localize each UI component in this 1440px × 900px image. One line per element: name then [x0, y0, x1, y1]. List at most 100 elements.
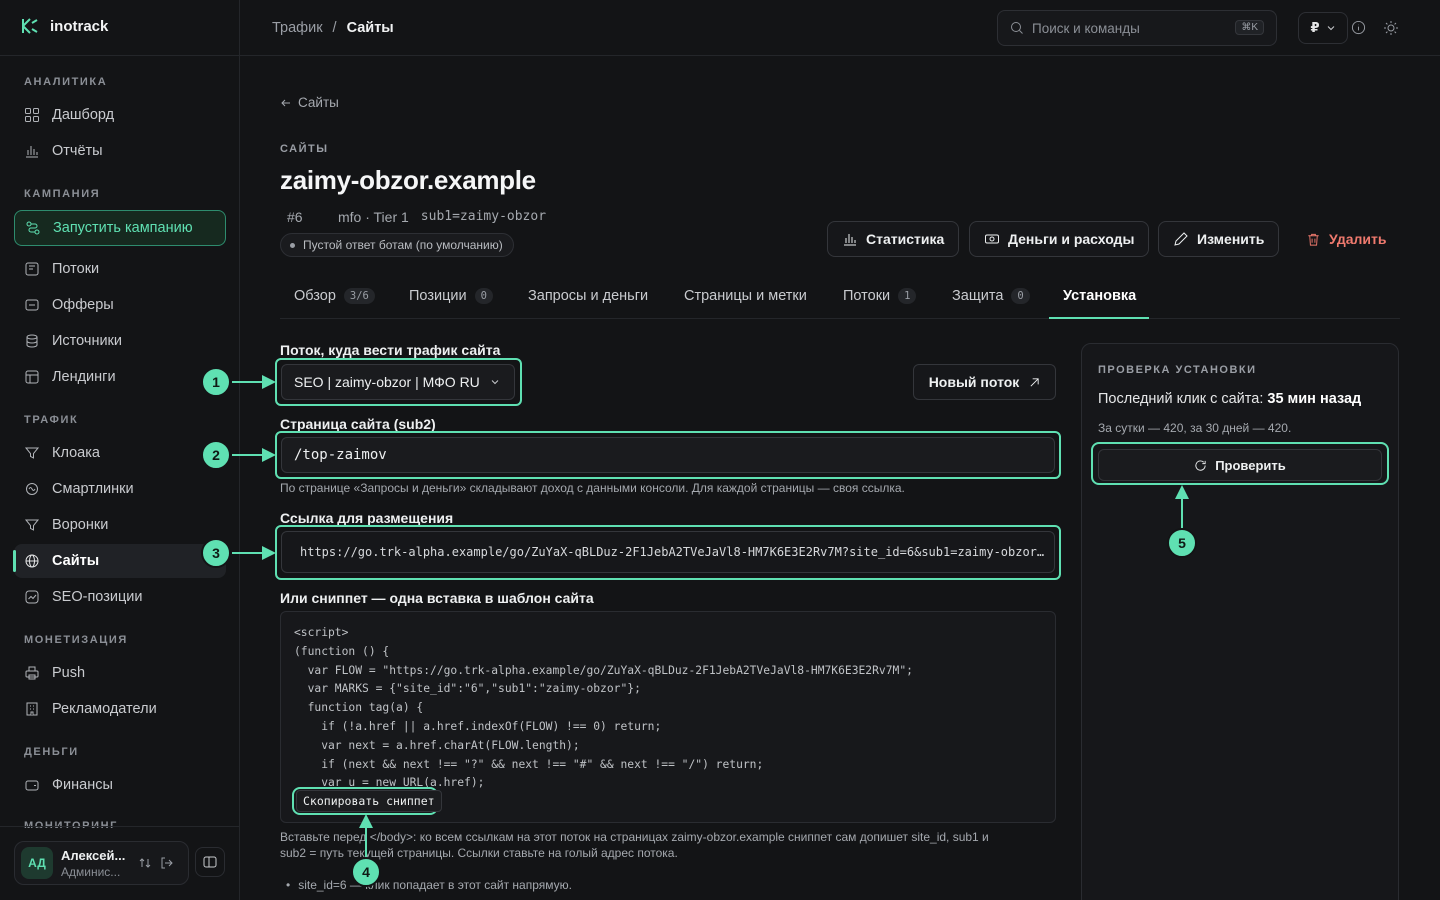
- last-click: Последний клик с сайта: 35 мин назад: [1098, 391, 1361, 407]
- page-icon: [25, 370, 39, 384]
- arrow-2-line: [232, 454, 266, 456]
- tab-requests-money[interactable]: Запросы и деньги: [528, 288, 648, 304]
- page-field-label: Страница сайта (sub2): [280, 416, 436, 432]
- sidebar-item-advertisers[interactable]: Рекламодатели: [14, 692, 226, 726]
- site-id: #6: [287, 209, 303, 225]
- sidebar-item-label: Воронки: [52, 517, 109, 533]
- install-check-panel: ПРОВЕРКА УСТАНОВКИ Последний клик с сайт…: [1081, 343, 1399, 900]
- divider: [0, 55, 240, 56]
- marker-4: 4: [351, 857, 381, 887]
- sidebar-item-sources[interactable]: Источники: [14, 324, 226, 358]
- sidebar-item-smartlinks[interactable]: Смартлинки: [14, 472, 226, 506]
- swap-icon[interactable]: [139, 857, 151, 869]
- sidebar-item-finance[interactable]: Финансы: [14, 768, 226, 802]
- chevron-down-icon: [491, 380, 499, 385]
- snippet-label: Или сниппет — одна вставка в шаблон сайт…: [280, 590, 594, 606]
- tab-label: Защита: [952, 288, 1004, 304]
- smartlink-icon: [26, 483, 38, 495]
- theme-sun-icon[interactable]: [1383, 20, 1399, 36]
- new-flow-button[interactable]: Новый поток: [913, 364, 1056, 400]
- sidebar-item-cloaka[interactable]: Клоака: [14, 436, 226, 470]
- sidebar-item-launch-campaign[interactable]: Запустить кампанию: [14, 210, 226, 246]
- edit-button-label: Изменить: [1197, 231, 1265, 247]
- sidebar-item-label: Рекламодатели: [52, 701, 157, 717]
- breadcrumb-separator: /: [332, 20, 337, 36]
- sidebar-item-sites[interactable]: Сайты: [13, 544, 226, 578]
- sidebar-item-flows[interactable]: Потоки: [14, 252, 226, 286]
- arrow-3-head: [262, 546, 276, 560]
- search-input[interactable]: Поиск и команды ⌘K: [997, 10, 1277, 46]
- edit-button[interactable]: Изменить: [1158, 221, 1280, 257]
- search-shortcut: ⌘K: [1235, 20, 1264, 35]
- logo-icon: [22, 18, 38, 34]
- stats-button[interactable]: Статистика: [827, 221, 960, 257]
- arrow-1-line: [232, 381, 266, 383]
- back-link[interactable]: Сайты: [280, 95, 339, 110]
- sidebar-item-dashboard[interactable]: Дашборд: [14, 98, 226, 132]
- back-link-label: Сайты: [298, 95, 339, 110]
- filter-icon: [24, 447, 40, 459]
- site-meta: #6 mfo · Tier 1 sub1=zaimy-obzor: [287, 209, 546, 225]
- arrow-5-head: [1175, 485, 1189, 499]
- arrow-4-line: [365, 824, 367, 858]
- tab-label: Страницы и метки: [684, 288, 807, 304]
- tab-label: Обзор: [294, 288, 336, 304]
- placement-link-field[interactable]: https://go.trk-alpha.example/go/ZuYaX-qB…: [281, 531, 1055, 573]
- trash-icon: [1308, 233, 1319, 246]
- tab-positions[interactable]: Позиции 0: [409, 288, 493, 304]
- money-button[interactable]: Деньги и расходы: [969, 221, 1150, 257]
- logout-icon[interactable]: [159, 855, 175, 871]
- flow-select-value: SEO | zaimy-obzor | МФО RU: [294, 374, 480, 390]
- section-campaigns: КАМПАНИЯ: [24, 188, 101, 200]
- page-field-hint: По странице «Запросы и деньги» складываю…: [280, 481, 905, 495]
- user-menu[interactable]: АД Алексей... Админис...: [14, 841, 189, 885]
- money-button-label: Деньги и расходы: [1008, 231, 1135, 247]
- sidebar-item-label: Лендинги: [52, 369, 116, 385]
- copy-snippet-button[interactable]: Скопировать сниппет: [296, 790, 442, 812]
- sidebar-item-label: Дашборд: [52, 107, 115, 123]
- flow-select[interactable]: SEO | zaimy-obzor | МФО RU: [281, 364, 515, 400]
- currency-select[interactable]: ₽: [1298, 12, 1348, 44]
- sidebar-toggle-icon: [203, 856, 217, 868]
- flow-field-label: Поток, куда вести трафик сайта: [280, 342, 501, 358]
- tab-pages-marks[interactable]: Страницы и метки: [684, 288, 807, 304]
- marker-3: 3: [201, 538, 231, 568]
- click-stats: За сутки — 420, за 30 дней — 420.: [1098, 421, 1292, 435]
- panel-title: ПРОВЕРКА УСТАНОВКИ: [1098, 364, 1257, 376]
- user-name: Алексей...: [61, 847, 126, 863]
- breadcrumb: Трафик / Сайты: [272, 20, 394, 36]
- sidebar-item-landings[interactable]: Лендинги: [14, 360, 226, 394]
- breadcrumb-parent[interactable]: Трафик: [272, 20, 323, 36]
- sidebar-item-reports[interactable]: Отчёты: [14, 134, 226, 168]
- sidebar-item-offers[interactable]: Офферы: [14, 288, 226, 322]
- bar-chart-icon: [26, 146, 38, 158]
- sidebar-item-label: SEO-позиции: [52, 589, 143, 605]
- page-path-input[interactable]: /top-zaimov: [281, 437, 1055, 473]
- tab-overview[interactable]: Обзор 3/6: [294, 288, 375, 304]
- collapse-sidebar-button[interactable]: [195, 847, 225, 877]
- brand[interactable]: inotrack: [20, 17, 108, 35]
- bar-chart-icon: [844, 234, 856, 246]
- sidebar-item-push[interactable]: Push: [14, 656, 226, 690]
- sidebar-item-label: Клоака: [52, 445, 100, 461]
- currency-value: ₽: [1310, 20, 1320, 35]
- snippet-hint-line1: Вставьте перед </body>: ко всем ссылкам …: [280, 830, 989, 844]
- info-icon[interactable]: [1351, 20, 1366, 35]
- pencil-icon: [1174, 232, 1188, 246]
- bullet-item: • site_id=6 — клик попадает в этот сайт …: [286, 877, 572, 893]
- last-click-prefix: Последний клик с сайта:: [1098, 391, 1264, 407]
- delete-button[interactable]: Удалить: [1292, 221, 1400, 257]
- tab-label: Потоки: [843, 288, 891, 304]
- page-eyebrow: САЙТЫ: [280, 143, 329, 155]
- section-monetization: МОНЕТИЗАЦИЯ: [24, 634, 128, 646]
- sidebar-item-funnels[interactable]: Воронки: [14, 508, 226, 542]
- database-icon: [26, 334, 38, 348]
- arrow-1-head: [262, 375, 276, 389]
- sidebar-item-seo[interactable]: SEO-позиции: [14, 580, 226, 614]
- tab-protection[interactable]: Защита 0: [952, 288, 1030, 304]
- tab-installation[interactable]: Установка: [1063, 288, 1136, 304]
- site-vertical: mfo · Tier 1: [338, 209, 409, 225]
- sidebar-item-label: Финансы: [52, 777, 113, 793]
- marker-2: 2: [201, 440, 231, 470]
- tab-flows[interactable]: Потоки 1: [843, 288, 917, 304]
